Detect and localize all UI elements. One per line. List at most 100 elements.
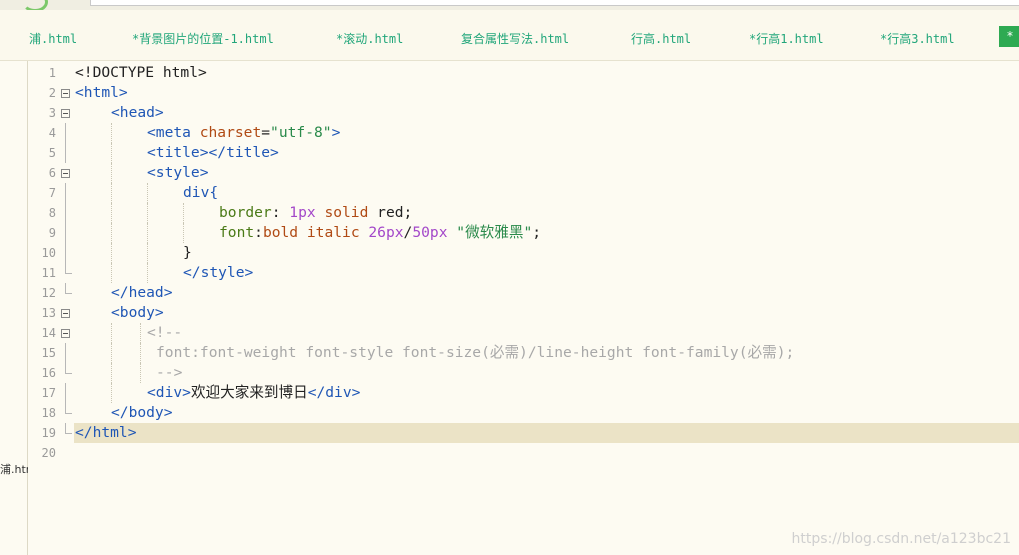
line-number: 4	[48, 126, 56, 140]
line-number: 16	[41, 366, 56, 380]
doctype: <!DOCTYPE html>	[75, 64, 207, 81]
code-text: <div>欢迎大家来到博日</div>	[147, 383, 360, 403]
line-number: 17	[41, 386, 56, 400]
indent-guide	[111, 123, 112, 143]
code-text: <title></title>	[147, 143, 279, 163]
code-text: <html>	[75, 83, 128, 103]
code-text: </head>	[111, 283, 173, 303]
fold-toggle-icon[interactable]	[61, 169, 70, 178]
indent-guide	[140, 363, 141, 383]
fold-toggle-icon[interactable]	[61, 89, 70, 98]
tab-1[interactable]: *背景图片的位置-1.html	[132, 30, 274, 47]
css-prop-font: font	[219, 224, 255, 241]
fold-toggle-icon[interactable]	[61, 309, 70, 318]
tab-0[interactable]: 浦.html	[29, 30, 77, 47]
indent-guide	[111, 143, 112, 163]
style-open-tag: <style>	[147, 164, 209, 181]
fold-toggle-icon[interactable]	[61, 109, 70, 118]
line-number: 20	[41, 446, 56, 460]
line-number: 12	[41, 286, 56, 300]
code-line: 8 border: 1px solid red;	[28, 203, 1019, 223]
line-number: 10	[41, 246, 56, 260]
body-close-tag: </body>	[111, 404, 173, 421]
comment-body: font:font-weight font-style font-size(必需…	[156, 344, 795, 361]
code-text: <body>	[111, 303, 164, 323]
meta-value: "utf-8"	[270, 124, 332, 141]
code-line: 2 <html>	[28, 83, 1019, 103]
file-sidebar: 浦.htm	[0, 61, 37, 555]
tab-4[interactable]: 行高.html	[631, 30, 691, 47]
code-line: 20	[28, 443, 1019, 463]
fold-end	[65, 423, 72, 434]
indent-guide	[111, 203, 112, 223]
css-string: "微软雅黑"	[456, 224, 533, 241]
indent-guide	[183, 203, 184, 223]
indent-guide	[111, 383, 112, 403]
title-strip	[0, 0, 1019, 12]
indent-guide	[111, 243, 112, 263]
comment-close: -->	[156, 364, 183, 381]
code-text: <head>	[111, 103, 164, 123]
code-text: }	[183, 243, 192, 263]
code-line: 12 </head>	[28, 283, 1019, 303]
line-number: 1	[48, 66, 56, 80]
style-close-tag: </style>	[183, 264, 254, 281]
body-open-tag: <body>	[111, 304, 164, 321]
css-colon: :	[254, 224, 263, 241]
code-line: 19 </html>	[28, 423, 1019, 443]
fold-toggle-icon[interactable]	[61, 329, 70, 338]
css-prop-border: border	[219, 204, 272, 221]
indent-guide	[147, 203, 148, 223]
css-colon: :	[271, 204, 290, 221]
indent-guide	[140, 323, 141, 343]
line-number: 14	[41, 326, 56, 340]
tab-active[interactable]: *	[999, 26, 1019, 47]
fold-line	[65, 343, 66, 363]
indent-guide	[140, 343, 141, 363]
tab-6[interactable]: *行高3.html	[880, 30, 955, 47]
fold-line	[65, 243, 66, 263]
indent-guide	[111, 163, 112, 183]
indent-guide	[111, 223, 112, 243]
indent-guide	[111, 263, 112, 283]
title-tags: <title></title>	[147, 144, 279, 161]
tab-3[interactable]: 复合属性写法.html	[461, 30, 569, 47]
tab-2[interactable]: *滚动.html	[336, 30, 403, 47]
code-text: font:font-weight font-style font-size(必需…	[156, 343, 794, 363]
code-line: 13 <body>	[28, 303, 1019, 323]
line-number: 18	[41, 406, 56, 420]
css-keyword: bold italic	[262, 224, 369, 241]
meta-attr: charset	[199, 124, 262, 141]
code-line: 3 <head>	[28, 103, 1019, 123]
code-text: <meta charset="utf-8">	[147, 123, 340, 143]
head-close-tag: </head>	[111, 284, 173, 301]
code-text: -->	[156, 363, 182, 383]
fold-end	[65, 363, 72, 374]
line-number: 11	[41, 266, 56, 280]
fold-line	[65, 223, 66, 243]
code-text: </html>	[75, 423, 137, 443]
fold-line	[65, 383, 66, 403]
line-number: 13	[41, 306, 56, 320]
fold-line	[65, 183, 66, 203]
indent-guide	[111, 343, 112, 363]
code-line: 15 font:font-weight font-style font-size…	[28, 343, 1019, 363]
code-line: 18 </body>	[28, 403, 1019, 423]
code-text: <!--	[147, 323, 182, 343]
tab-5[interactable]: *行高1.html	[749, 30, 824, 47]
code-text: </body>	[111, 403, 173, 423]
code-line: 4 <meta charset="utf-8">	[28, 123, 1019, 143]
fold-end	[65, 283, 72, 294]
title-field[interactable]	[90, 0, 1019, 6]
indent-guide	[147, 183, 148, 203]
div-close-tag: </div>	[307, 384, 361, 401]
code-text: font:bold italic 26px/50px "微软雅黑";	[219, 223, 541, 243]
css-brace: }	[183, 244, 192, 261]
css-num: 50px	[412, 224, 448, 241]
code-editor[interactable]: 1 <!DOCTYPE html> 2 <html> 3 <head> 4 <m…	[28, 61, 1019, 555]
css-num: 1px	[289, 204, 316, 221]
code-line: 10 }	[28, 243, 1019, 263]
code-line: 14 <!--	[28, 323, 1019, 343]
code-line: 6 <style>	[28, 163, 1019, 183]
line-number: 2	[48, 86, 56, 100]
